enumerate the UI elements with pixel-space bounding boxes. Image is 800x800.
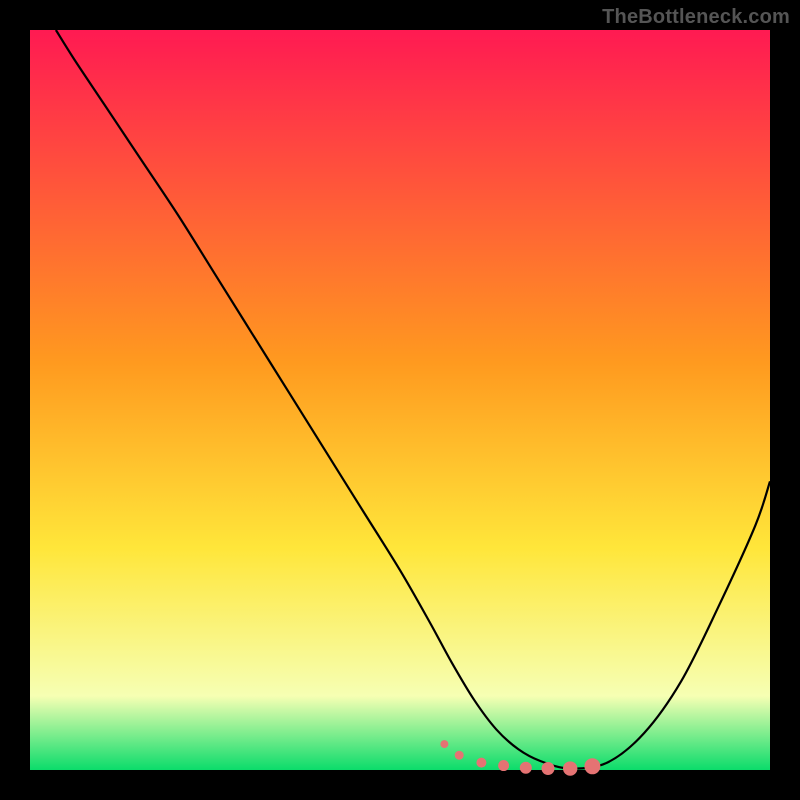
highlight-marker [584, 758, 600, 774]
highlight-marker [520, 762, 532, 774]
chart-svg [0, 0, 800, 800]
highlight-marker [563, 761, 577, 775]
highlight-marker [455, 751, 464, 760]
highlight-marker [440, 740, 448, 748]
highlight-marker [498, 760, 509, 771]
watermark-text: TheBottleneck.com [602, 6, 790, 29]
plot-background [30, 30, 770, 770]
highlight-marker [542, 762, 555, 775]
chart-stage: TheBottleneck.com [0, 0, 800, 800]
highlight-marker [476, 758, 486, 768]
